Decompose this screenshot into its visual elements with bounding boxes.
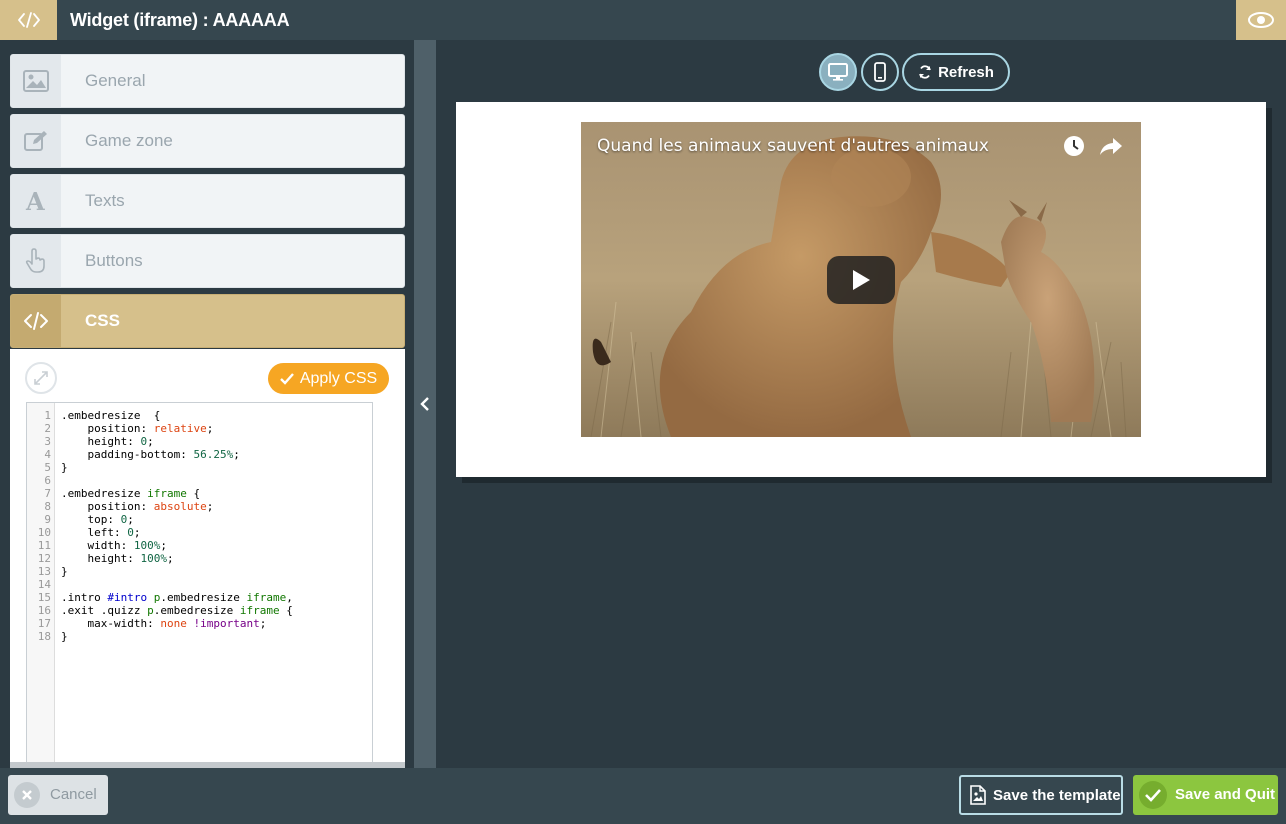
chevron-left-icon (420, 397, 429, 411)
top-bar: Widget (iframe) : AAAAAA (0, 0, 1286, 40)
code-icon (11, 295, 61, 347)
play-icon (853, 270, 870, 290)
code-line: 15 .intro #intro p.embedresize iframe, (37, 591, 293, 604)
mobile-icon (874, 62, 886, 82)
expand-icon[interactable] (25, 362, 57, 394)
code-line: 8 position: absolute; (44, 500, 214, 513)
code-line: 16 .exit .quizz p.embedresize iframe { (37, 604, 293, 617)
css-editor-panel: Apply CSS 1 .embedresize { 2 position: re… (10, 349, 405, 768)
settings-sidebar: General Game zone A Texts Buttons CSS Ap… (0, 40, 414, 768)
hand-pointer-icon (11, 235, 61, 287)
apply-css-button[interactable]: Apply CSS (268, 363, 389, 394)
code-icon (0, 0, 57, 40)
play-button[interactable] (827, 256, 895, 304)
code-line: 6 (44, 474, 51, 487)
code-line: 17 max-width: none !important; (37, 617, 267, 630)
check-icon (279, 372, 294, 385)
check-icon (1139, 781, 1167, 809)
close-icon (14, 782, 40, 808)
image-icon (11, 55, 61, 107)
code-line: 5} (44, 461, 68, 474)
bottom-bar: Cancel Save the template Save and Quit (0, 768, 1286, 824)
code-line: 10 left: 0; (37, 526, 141, 539)
font-icon: A (11, 175, 61, 227)
collapse-panel-toggle[interactable] (414, 40, 436, 768)
preview-eye-icon[interactable] (1236, 0, 1286, 40)
code-line: 11 width: 100%; (37, 539, 167, 552)
sidebar-item-label: Texts (85, 191, 125, 210)
share-icon[interactable] (1099, 135, 1123, 157)
code-line: 14 (37, 578, 51, 591)
sidebar-item-label: Game zone (85, 131, 173, 150)
file-image-icon (970, 785, 986, 805)
save-and-quit-label: Save and Quit (1175, 786, 1276, 803)
cancel-button[interactable]: Cancel (8, 775, 108, 815)
video-title: Quand les animaux sauvent d'autres anima… (597, 136, 989, 156)
refresh-button[interactable]: Refresh (902, 53, 1010, 91)
embedded-video[interactable]: Quand les animaux sauvent d'autres anima… (581, 122, 1141, 437)
code-line: 3 height: 0; (44, 435, 154, 448)
save-template-button[interactable]: Save the template (959, 775, 1123, 815)
code-line: 2 position: relative; (44, 422, 214, 435)
desktop-view-button[interactable] (819, 53, 857, 91)
code-line: 1 .embedresize { (44, 409, 161, 422)
sidebar-item-buttons[interactable]: Buttons (10, 234, 405, 288)
code-line: 12 height: 100%; (37, 552, 174, 565)
code-line: 9 top: 0; (44, 513, 134, 526)
css-code-editor[interactable]: 1 .embedresize { 2 position: relative; 3 … (26, 402, 373, 768)
watch-later-icon[interactable] (1063, 135, 1085, 157)
mobile-view-button[interactable] (861, 53, 899, 91)
svg-text:A: A (25, 189, 45, 213)
save-template-label: Save the template (993, 786, 1121, 804)
sidebar-item-label: Buttons (85, 251, 143, 270)
sidebar-item-game-zone[interactable]: Game zone (10, 114, 405, 168)
edit-icon (11, 115, 61, 167)
cancel-label: Cancel (50, 786, 97, 803)
widget-preview-frame: Quand les animaux sauvent d'autres anima… (456, 102, 1266, 477)
save-and-quit-button[interactable]: Save and Quit (1133, 775, 1278, 815)
refresh-label: Refresh (938, 63, 994, 81)
desktop-icon (828, 63, 848, 81)
code-line: 18} (37, 630, 68, 643)
code-line: 4 padding-bottom: 56.25%; (44, 448, 240, 461)
sidebar-item-label: General (85, 71, 146, 90)
apply-css-label: Apply CSS (299, 369, 378, 387)
page-title: Widget (iframe) : AAAAAA (70, 10, 290, 30)
sidebar-item-texts[interactable]: A Texts (10, 174, 405, 228)
sidebar-item-label: CSS (85, 311, 120, 330)
sidebar-item-css[interactable]: CSS (10, 294, 405, 348)
preview-area: Refresh Quand les animaux sauvent d'autr… (436, 40, 1286, 768)
refresh-icon (919, 65, 931, 79)
sidebar-item-general[interactable]: General (10, 54, 405, 108)
code-line: 13} (37, 565, 68, 578)
code-line: 7 .embedresize iframe { (44, 487, 201, 500)
